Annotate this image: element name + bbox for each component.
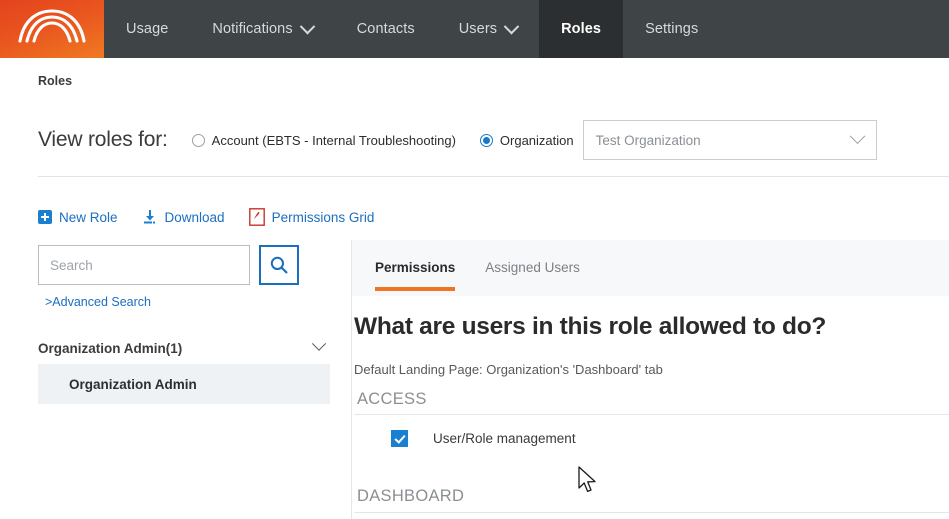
app-root: Usage Notifications Contacts Users Roles… — [0, 0, 949, 519]
organization-select-value: Test Organization — [595, 132, 701, 148]
radio-account-label: Account (EBTS - Internal Troubleshooting… — [211, 132, 456, 148]
permission-row-user-role-management: User/Role management — [354, 430, 576, 447]
role-group-header[interactable]: Organization Admin(1) — [38, 330, 330, 366]
new-role-label: New Role — [59, 209, 118, 225]
organization-select[interactable]: Test Organization — [582, 120, 877, 160]
radio-option-account[interactable]: Account (EBTS - Internal Troubleshooting… — [191, 132, 456, 148]
download-label: Download — [164, 209, 225, 225]
section-header-dashboard: DASHBOARD — [357, 487, 465, 505]
permission-label: User/Role management — [433, 431, 576, 446]
permissions-grid-label: Permissions Grid — [271, 209, 375, 225]
radio-organization-indicator[interactable] — [479, 133, 493, 147]
tab-assigned-users[interactable]: Assigned Users — [485, 260, 580, 291]
download-button[interactable]: Download — [142, 209, 225, 225]
search-button[interactable] — [259, 245, 299, 285]
role-list-item-organization-admin[interactable]: Organization Admin — [38, 364, 330, 404]
action-links: New Role Download Permissions Grid — [38, 208, 374, 226]
nav-item-notifications-label: Notifications — [212, 21, 293, 37]
permissions-content: What are users in this role allowed to d… — [352, 296, 949, 519]
nav-item-roles[interactable]: Roles — [539, 0, 624, 58]
search-icon — [270, 256, 288, 274]
tab-assigned-users-label: Assigned Users — [485, 260, 580, 275]
permission-checkbox[interactable] — [391, 430, 408, 447]
top-navigation-bar: Usage Notifications Contacts Users Roles… — [0, 0, 949, 58]
section-divider-dashboard — [354, 512, 949, 513]
detail-tab-bar: Permissions Assigned Users — [352, 240, 949, 296]
view-roles-filter-bar: View roles for: Account (EBTS - Internal… — [0, 104, 949, 176]
tab-permissions[interactable]: Permissions — [375, 260, 456, 291]
default-landing-page-text: Default Landing Page: Organization's 'Da… — [354, 362, 663, 377]
advanced-search-link[interactable]: >Advanced Search — [45, 295, 151, 309]
nav-item-users-label: Users — [458, 21, 498, 37]
filter-divider — [38, 176, 949, 177]
radio-organization-label: Organization — [499, 132, 574, 148]
nav-item-settings-label: Settings — [645, 21, 699, 37]
plus-icon — [38, 210, 52, 224]
radio-option-organization[interactable]: Organization — [479, 132, 574, 148]
nav-item-usage[interactable]: Usage — [104, 0, 190, 58]
nav-item-contacts[interactable]: Contacts — [335, 0, 437, 58]
tab-permissions-label: Permissions — [375, 260, 456, 275]
nav-item-notifications[interactable]: Notifications — [190, 0, 334, 58]
nav-item-roles-label: Roles — [561, 21, 602, 37]
nav-item-contacts-label: Contacts — [356, 21, 415, 37]
pdf-icon — [248, 208, 265, 226]
brand-logo[interactable] — [0, 0, 104, 58]
nav-items: Usage Notifications Contacts Users Roles… — [104, 0, 720, 58]
role-list-item-label: Organization Admin — [69, 376, 197, 392]
new-role-button[interactable]: New Role — [38, 210, 118, 225]
chevron-down-icon — [849, 127, 865, 144]
search-input[interactable] — [38, 245, 250, 285]
chevron-down-icon — [503, 18, 520, 34]
search-row — [38, 245, 299, 285]
chevron-down-icon — [299, 18, 315, 34]
page-title: What are users in this role allowed to d… — [354, 313, 827, 340]
breadcrumb: Roles — [38, 74, 73, 88]
nav-item-settings[interactable]: Settings — [623, 0, 720, 58]
arcs-logo-icon — [18, 9, 86, 43]
role-group-title: Organization Admin(1) — [38, 340, 183, 356]
view-roles-label: View roles for: — [38, 128, 168, 151]
radio-account-indicator[interactable] — [191, 133, 205, 147]
nav-item-usage-label: Usage — [126, 21, 169, 37]
nav-item-users[interactable]: Users — [437, 0, 539, 58]
section-header-access: ACCESS — [357, 390, 427, 408]
chevron-down-icon — [311, 336, 327, 351]
scope-radio-group: Account (EBTS - Internal Troubleshooting… — [191, 132, 574, 148]
download-icon — [143, 210, 155, 224]
permissions-grid-button[interactable]: Permissions Grid — [248, 208, 375, 226]
section-divider-access — [354, 414, 949, 415]
